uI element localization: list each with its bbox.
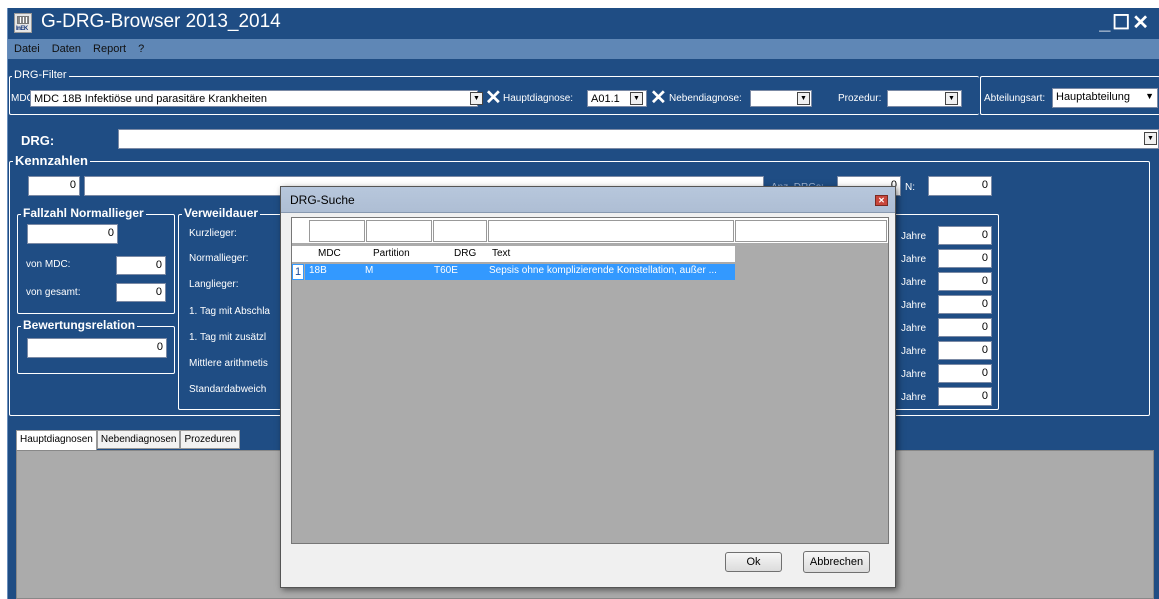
- prozedur-dropdown-icon[interactable]: ▼: [945, 92, 958, 105]
- filter-extra-cell[interactable]: [735, 220, 887, 242]
- jahre-field-1: 0: [938, 226, 992, 245]
- table-row[interactable]: 18B M T60E Sepsis ohne komplizierende Ko…: [305, 264, 735, 280]
- jahre-label-5: Jahre: [901, 323, 927, 334]
- jahre-label-3: Jahre: [901, 277, 927, 288]
- hauptdiagnose-dropdown-icon[interactable]: ▼: [630, 92, 643, 105]
- tab-strip: Hauptdiagnosen Nebendiagnosen Prozeduren: [16, 429, 241, 451]
- fallzahl-total-field: 0: [27, 224, 118, 244]
- bewertung-field: 0: [27, 338, 167, 358]
- cell-mdc: 18B: [309, 265, 327, 276]
- chevron-down-icon: ▼: [1145, 91, 1154, 101]
- abschlag-label: 1. Tag mit Abschla: [189, 306, 270, 317]
- jahre-field-3: 0: [938, 272, 992, 291]
- langlieger-label: Langlieger:: [189, 279, 239, 290]
- von-gesamt-field: 0: [116, 283, 166, 302]
- close-icon[interactable]: ✕: [875, 195, 888, 206]
- filter-text-input[interactable]: [488, 220, 734, 242]
- tab-hauptdiagnosen[interactable]: Hauptdiagnosen: [16, 430, 97, 451]
- window-controls[interactable]: _☐✕: [1099, 10, 1151, 35]
- mdc-clear-icon[interactable]: ✕: [485, 88, 502, 108]
- col-drg[interactable]: DRG: [454, 248, 476, 259]
- menu-bar: Datei Daten Report?: [8, 39, 1159, 59]
- dialog-title-bar: DRG-Suche ✕: [281, 187, 895, 213]
- mittlere-label: Mittlere arithmetis: [189, 358, 268, 369]
- filter-row: [292, 218, 888, 244]
- nebendiagnose-dropdown-icon[interactable]: ▼: [797, 92, 810, 105]
- menu-report[interactable]: Report: [87, 40, 132, 55]
- tab-prozeduren[interactable]: Prozeduren: [180, 430, 241, 449]
- logo-grid: [17, 16, 29, 24]
- ok-button[interactable]: Ok: [725, 552, 782, 572]
- jahre-field-4: 0: [938, 295, 992, 314]
- col-mdc[interactable]: MDC: [318, 248, 341, 259]
- normallieger-label: Normallieger:: [189, 253, 249, 264]
- fallzahl-title: Fallzahl Normallieger: [21, 206, 146, 220]
- n-field: 0: [928, 176, 992, 196]
- zusatzentgelt-label: 1. Tag mit zusätzl: [189, 332, 267, 343]
- cell-partition: M: [365, 265, 374, 276]
- inek-logo-icon: InEK: [14, 13, 32, 33]
- drg-suche-dialog: DRG-Suche ✕ MDC Partition DRG Text 1 18B…: [280, 186, 896, 588]
- standardabweichung-label: Standardabweich: [189, 384, 267, 395]
- verweildauer-title: Verweildauer: [182, 206, 261, 220]
- jahre-label-7: Jahre: [901, 369, 927, 380]
- dialog-title: DRG-Suche: [290, 193, 355, 207]
- jahre-label-4: Jahre: [901, 300, 927, 311]
- filter-partition-input[interactable]: [366, 220, 432, 242]
- window-title: G-DRG-Browser 2013_2014: [41, 11, 281, 32]
- drg-filter-title: DRG-Filter: [12, 69, 69, 81]
- drg-dropdown-icon[interactable]: ▼: [1144, 132, 1157, 145]
- menu-help[interactable]: ?: [132, 40, 150, 55]
- filter-cell-corner: [292, 220, 308, 242]
- cell-drg: T60E: [434, 265, 458, 276]
- menu-daten[interactable]: Daten: [46, 40, 87, 55]
- kennzahlen-count-field: 0: [28, 176, 80, 196]
- nebendiagnose-label: Nebendiagnose:: [669, 93, 742, 104]
- filter-mdc-input[interactable]: [309, 220, 365, 242]
- jahre-field-6: 0: [938, 341, 992, 360]
- col-partition[interactable]: Partition: [373, 248, 410, 259]
- hauptdiagnose-label: Hauptdiagnose:: [503, 93, 574, 104]
- n-label: N:: [905, 182, 915, 193]
- jahre-field-2: 0: [938, 249, 992, 268]
- row-number[interactable]: 1: [292, 264, 304, 280]
- jahre-field-7: 0: [938, 364, 992, 383]
- jahre-label-2: Jahre: [901, 254, 927, 265]
- mdc-select[interactable]: MDC 18B Infektiöse und parasitäre Krankh…: [30, 90, 478, 107]
- prozedur-label: Prozedur:: [838, 93, 882, 104]
- kurzlieger-label: Kurzlieger:: [189, 228, 237, 239]
- cancel-button[interactable]: Abbrechen: [803, 551, 870, 573]
- von-gesamt-label: von gesamt:: [26, 287, 81, 298]
- jahre-label-8: Jahre: [901, 392, 927, 403]
- jahre-field-5: 0: [938, 318, 992, 337]
- title-bar: InEK G-DRG-Browser 2013_2014 _☐✕: [8, 8, 1159, 38]
- jahre-label-6: Jahre: [901, 346, 927, 357]
- jahre-label-1: Jahre: [901, 231, 927, 242]
- tab-nebendiagnosen[interactable]: Nebendiagnosen: [96, 430, 181, 449]
- bewertung-title: Bewertungsrelation: [21, 318, 138, 332]
- abteilungsart-value: Hauptabteilung: [1056, 91, 1131, 103]
- jahre-field-8: 0: [938, 387, 992, 406]
- abteilungsart-label: Abteilungsart:: [984, 93, 1046, 104]
- logo-text: InEK: [16, 26, 28, 32]
- von-mdc-label: von MDC:: [26, 259, 71, 270]
- filter-drg-input[interactable]: [433, 220, 487, 242]
- cell-text: Sepsis ohne komplizierende Konstellation…: [489, 265, 717, 276]
- menu-datei[interactable]: Datei: [8, 40, 46, 55]
- drg-label: DRG:: [21, 133, 55, 148]
- hauptdiagnose-clear-icon[interactable]: ✕: [650, 88, 667, 108]
- von-mdc-field: 0: [116, 256, 166, 275]
- kennzahlen-title: Kennzahlen: [13, 153, 90, 168]
- col-text[interactable]: Text: [492, 248, 510, 259]
- column-header-row: MDC Partition DRG Text: [292, 246, 735, 263]
- results-grid: MDC Partition DRG Text 1 18B M T60E Seps…: [291, 217, 889, 544]
- abteilungsart-select[interactable]: Hauptabteilung ▼: [1052, 88, 1158, 108]
- drg-select[interactable]: [118, 129, 1159, 149]
- mdc-dropdown-icon[interactable]: ▼: [470, 92, 483, 105]
